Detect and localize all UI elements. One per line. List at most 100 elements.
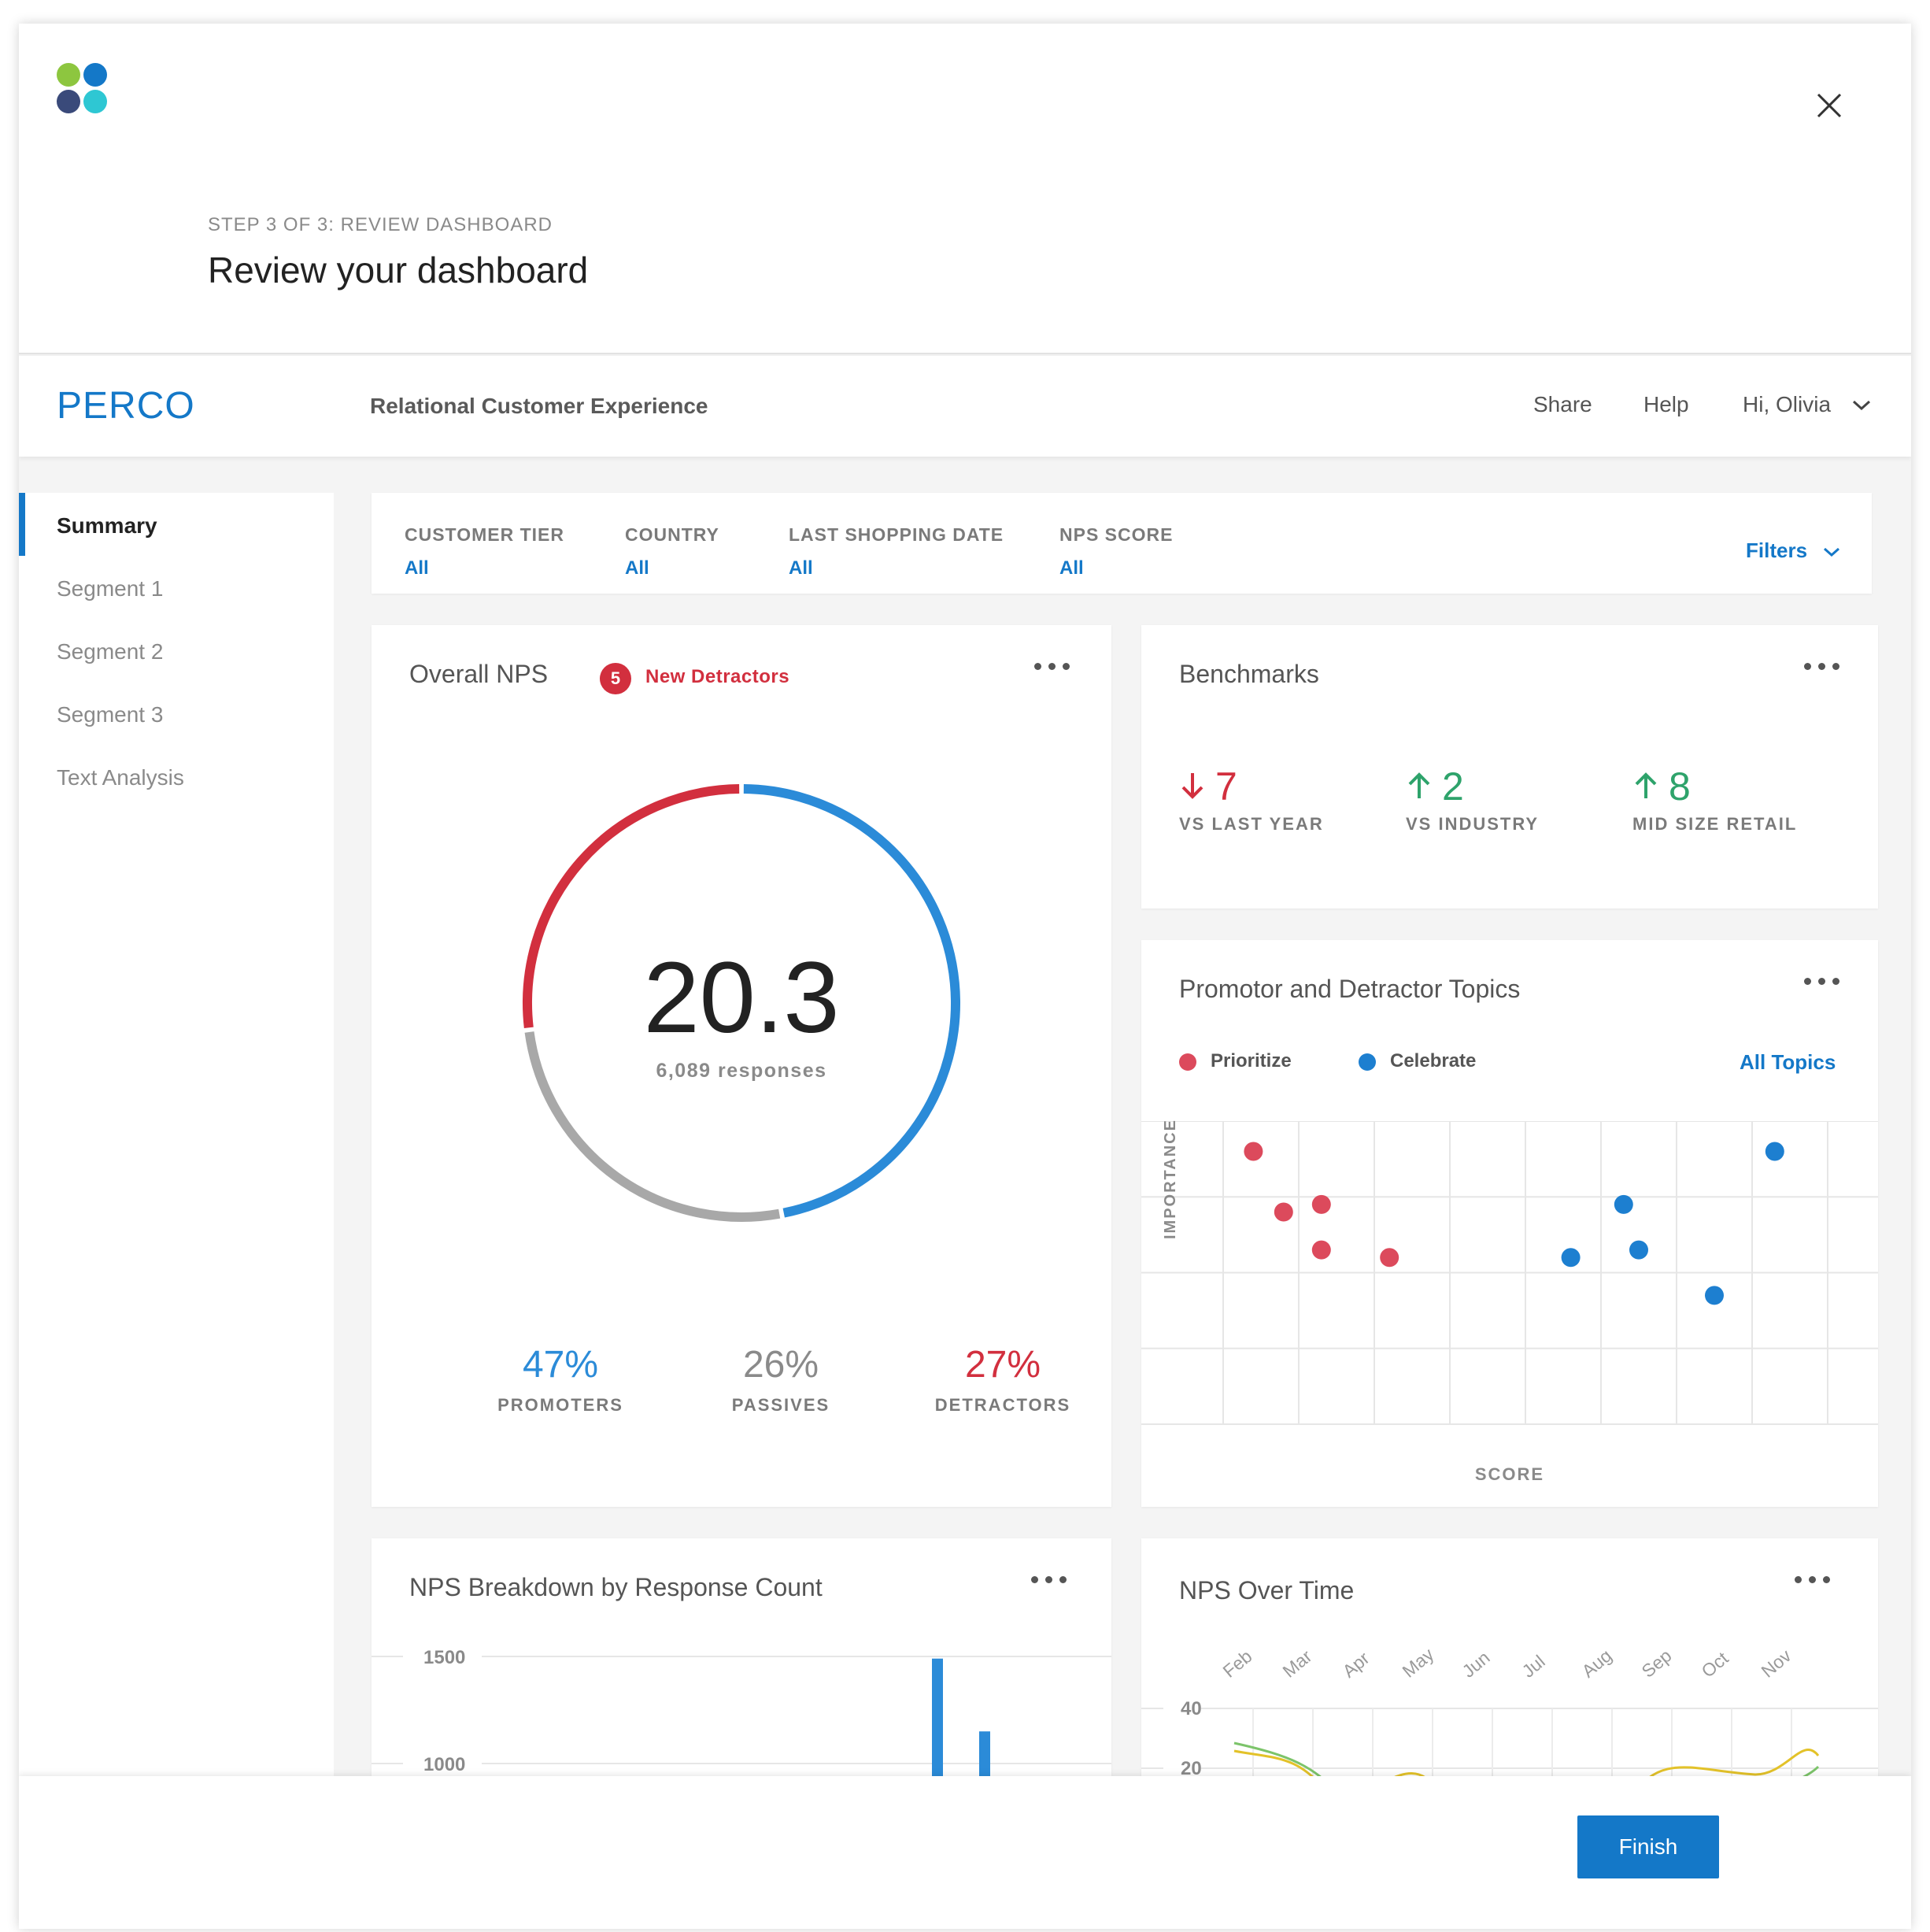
company-logo bbox=[57, 63, 112, 118]
filter-label-customer-tier: CUSTOMER TIER bbox=[405, 524, 564, 545]
benchmark-mid-size-retail-value: 8 bbox=[1669, 764, 1691, 809]
filter-label-nps-score: NPS SCORE bbox=[1059, 524, 1174, 545]
x-tick-label: Jul bbox=[1518, 1651, 1549, 1682]
x-tick-label: Aug bbox=[1578, 1645, 1616, 1682]
sidebar-item-text-analysis[interactable]: Text Analysis bbox=[57, 765, 184, 790]
sidebar: Summary Segment 1 Segment 2 Segment 3 Te… bbox=[19, 493, 334, 1929]
legend-celebrate-label: Celebrate bbox=[1390, 1050, 1477, 1071]
new-detractors-badge[interactable]: 5 bbox=[600, 663, 631, 694]
prioritize-point bbox=[1311, 1194, 1331, 1214]
topics-card: Promotor and Detractor Topics Prioritize… bbox=[1141, 940, 1878, 1507]
filter-country[interactable]: All bbox=[625, 557, 649, 579]
share-link[interactable]: Share bbox=[1533, 392, 1592, 417]
more-options-icon[interactable] bbox=[1031, 1576, 1067, 1586]
detractors-label: DETRACTORS bbox=[934, 1395, 1071, 1415]
app-name: Relational Customer Experience bbox=[370, 394, 708, 418]
help-link[interactable]: Help bbox=[1643, 392, 1689, 417]
nps-score-value: 20.3 bbox=[643, 942, 840, 1054]
more-options-icon[interactable] bbox=[1034, 663, 1070, 672]
y-tick-label: 40 bbox=[1181, 1698, 1202, 1719]
x-tick-label: Apr bbox=[1339, 1648, 1374, 1682]
arrow-down-icon bbox=[1181, 773, 1203, 799]
legend-prioritize-label: Prioritize bbox=[1211, 1050, 1292, 1071]
celebrate-point bbox=[1629, 1240, 1648, 1260]
sidebar-item-segment-3[interactable]: Segment 3 bbox=[57, 702, 163, 727]
dashboard-wizard-modal: STEP 3 OF 3: REVIEW DASHBOARD Review you… bbox=[19, 24, 1911, 1929]
all-topics-link[interactable]: All Topics bbox=[1740, 1050, 1836, 1075]
legend-celebrate-swatch bbox=[1359, 1053, 1376, 1071]
promoters-value: 47% bbox=[522, 1344, 599, 1386]
app-header: PERCO Relational Customer Experience Sha… bbox=[19, 356, 1911, 457]
benchmarks-title: Benchmarks bbox=[1179, 660, 1319, 688]
nps-over-time-card: NPS Over Time Feb Mar Apr May Jun Jul Aug Sep Oc… bbox=[1141, 1538, 1878, 1798]
x-tick-label: May bbox=[1399, 1644, 1438, 1682]
benchmark-vs-last-year-value: 7 bbox=[1215, 764, 1237, 809]
score-axis-label: SCORE bbox=[1474, 1464, 1545, 1484]
chevron-down-icon[interactable] bbox=[1851, 398, 1872, 413]
nps-response-count: 6,089 responses bbox=[656, 1060, 827, 1082]
benchmark-vs-last-year-label: VS LAST YEAR bbox=[1179, 814, 1324, 834]
overall-nps-card: Overall NPS 5 New Detractors 20.3 6,089 … bbox=[372, 625, 1111, 1507]
close-icon[interactable] bbox=[1814, 90, 1845, 121]
finish-button[interactable]: Finish bbox=[1577, 1815, 1719, 1878]
passives-value: 26% bbox=[742, 1344, 819, 1386]
filter-bar: CUSTOMER TIER All COUNTRY All LAST SHOPP… bbox=[372, 493, 1872, 594]
x-tick-label: Oct bbox=[1698, 1648, 1733, 1682]
filters-button-label: Filters bbox=[1746, 539, 1808, 562]
chevron-down-icon bbox=[1824, 548, 1840, 557]
arrow-up-icon bbox=[1635, 772, 1657, 798]
sidebar-item-summary[interactable]: Summary bbox=[57, 513, 157, 539]
filter-customer-tier[interactable]: All bbox=[405, 557, 429, 579]
nps-breakdown-card: NPS Breakdown by Response Count 1500 1000 bbox=[372, 1538, 1111, 1798]
topics-scatter-plot bbox=[1141, 1121, 1878, 1425]
celebrate-point bbox=[1561, 1248, 1581, 1268]
brand-logo[interactable]: PERCO bbox=[57, 384, 195, 427]
filter-label-country: COUNTRY bbox=[625, 524, 719, 545]
filter-nps-score[interactable]: All bbox=[1059, 557, 1084, 579]
step-label: STEP 3 OF 3: REVIEW DASHBOARD bbox=[208, 214, 553, 235]
filter-last-shopping-date[interactable]: All bbox=[789, 557, 813, 579]
nps-breakdown-title: NPS Breakdown by Response Count bbox=[409, 1573, 823, 1601]
x-tick-label: Nov bbox=[1758, 1645, 1795, 1682]
topics-title: Promotor and Detractor Topics bbox=[1179, 975, 1521, 1003]
celebrate-point bbox=[1614, 1194, 1633, 1214]
nps-breakdown-chart: 1500 1000 bbox=[372, 1647, 1111, 1798]
nps-over-time-title: NPS Over Time bbox=[1179, 1576, 1355, 1604]
celebrate-point bbox=[1705, 1286, 1724, 1305]
benchmark-mid-size-retail-label: MID SIZE RETAIL bbox=[1632, 814, 1798, 834]
x-tick-label: Jun bbox=[1459, 1647, 1494, 1682]
nps-over-time-chart: Feb Mar Apr May Jun Jul Aug Sep Oct Nov4020 bbox=[1141, 1644, 1878, 1798]
celebrate-point bbox=[1765, 1142, 1784, 1161]
overall-nps-title: Overall NPS bbox=[409, 660, 549, 688]
detractors-value: 27% bbox=[964, 1344, 1041, 1386]
new-detractors-label[interactable]: New Detractors bbox=[645, 666, 789, 688]
promoters-label: PROMOTERS bbox=[497, 1395, 623, 1415]
more-options-icon[interactable] bbox=[1795, 1576, 1831, 1586]
arrow-up-icon bbox=[1408, 772, 1430, 798]
sidebar-active-indicator bbox=[19, 493, 25, 556]
sidebar-item-segment-2[interactable]: Segment 2 bbox=[57, 639, 163, 664]
prioritize-point bbox=[1274, 1202, 1293, 1222]
more-options-icon[interactable] bbox=[1804, 663, 1840, 672]
importance-axis-label: IMPORTANCE bbox=[1162, 1119, 1179, 1239]
benchmark-vs-industry-label: VS INDUSTRY bbox=[1406, 814, 1540, 834]
prioritize-point bbox=[1244, 1142, 1263, 1161]
benchmark-vs-industry-value: 2 bbox=[1442, 764, 1464, 809]
page-title: Review your dashboard bbox=[208, 250, 589, 291]
user-menu[interactable]: Hi, Olivia bbox=[1743, 392, 1831, 417]
filters-button[interactable]: Filters bbox=[1746, 539, 1841, 563]
benchmarks-card: Benchmarks 7 VS LAST YEAR 2 VS INDUSTRY … bbox=[1141, 625, 1878, 909]
filter-label-last-shopping-date: LAST SHOPPING DATE bbox=[789, 524, 1004, 545]
wizard-header: STEP 3 OF 3: REVIEW DASHBOARD Review you… bbox=[19, 24, 1911, 354]
x-tick-label: Sep bbox=[1638, 1645, 1676, 1682]
prioritize-point bbox=[1380, 1248, 1399, 1268]
prioritize-point bbox=[1311, 1240, 1331, 1260]
x-tick-label: Mar bbox=[1279, 1645, 1316, 1682]
wizard-footer: Finish bbox=[19, 1776, 1911, 1929]
y-tick-label: 1500 bbox=[423, 1647, 465, 1668]
x-tick-label: Feb bbox=[1219, 1645, 1256, 1681]
passives-label: PASSIVES bbox=[731, 1395, 830, 1415]
legend-prioritize-swatch bbox=[1179, 1053, 1196, 1071]
sidebar-item-segment-1[interactable]: Segment 1 bbox=[57, 576, 163, 601]
more-options-icon[interactable] bbox=[1804, 978, 1840, 987]
